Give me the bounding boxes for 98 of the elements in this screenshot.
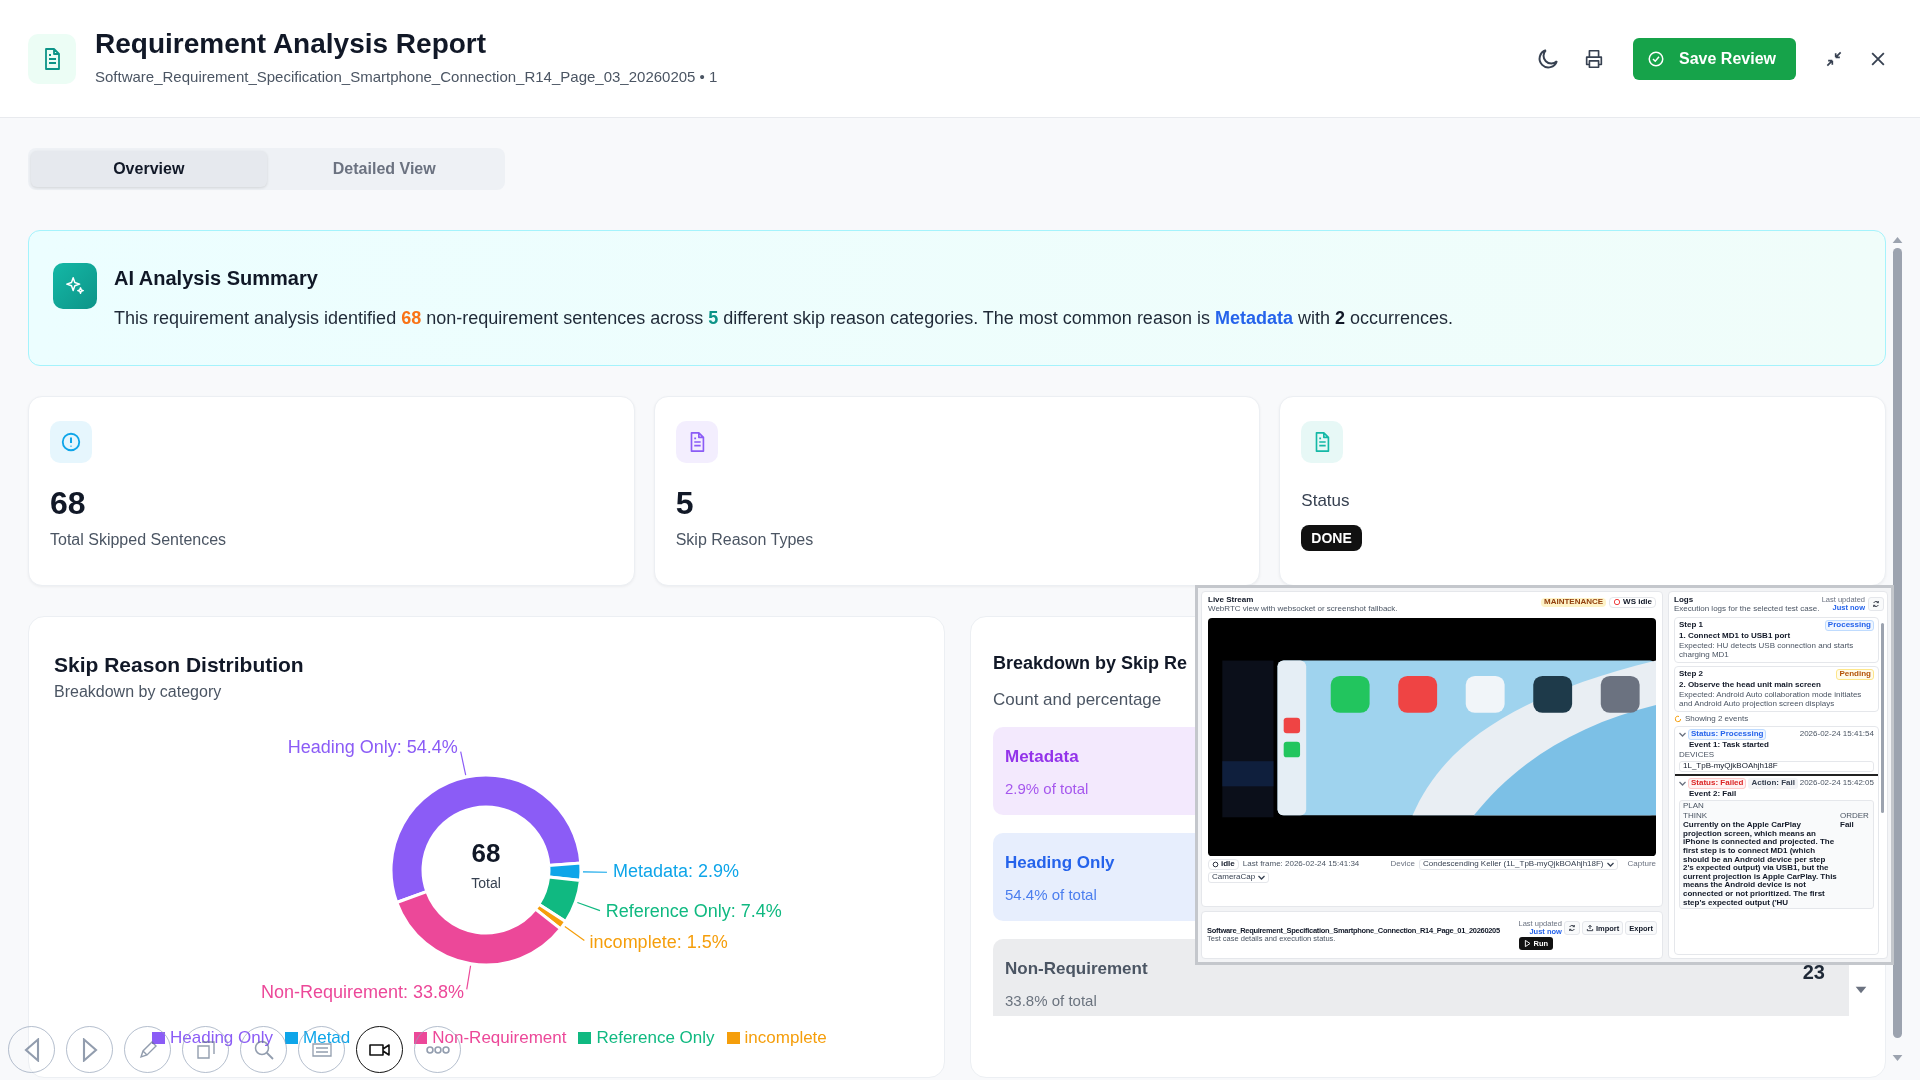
step-status-badge: Processing	[1824, 619, 1874, 631]
think-label: THINK	[1683, 812, 1708, 822]
total-label: Total	[471, 875, 501, 891]
device-select[interactable]: Condescending Keller (1L_TpB-myQjkBOAhjh18F)	[1419, 858, 1618, 870]
reason-count: 23	[1802, 961, 1825, 985]
alert-icon	[60, 431, 82, 453]
card-subtitle: Breakdown by category	[54, 683, 222, 701]
event-status-badge: Status: Failed	[1688, 778, 1747, 790]
report-title: Requirement Analysis Report	[95, 28, 488, 60]
reason-name: Non-Requirement	[1005, 959, 1148, 979]
scroll-down-icon[interactable]	[1891, 1054, 1903, 1062]
event-status-badge: Status: Processing	[1688, 729, 1767, 741]
event-time: 2026-02-24 15:41:54	[1799, 730, 1874, 740]
refresh-icon	[1872, 600, 1880, 609]
sparkle-icon	[64, 275, 86, 297]
slice-label: Heading Only: 54.4%	[287, 736, 458, 757]
leader-line	[460, 751, 467, 776]
think-text: Currently on the Apple CarPlay projection screen, which means an iPhone is connected and projected. The first step is to connect MD1 (which should be an Android device per step 2's expected output) via USB1, but the current projection is Apple CarPlay. This means the Android device is not connected or not prioritized. The first step's expected output ('HU	[1683, 821, 1837, 908]
leader-line	[576, 901, 601, 912]
refresh-button[interactable]	[1563, 921, 1580, 935]
devices-label: DEVICES	[1679, 751, 1716, 761]
reason-share: 54.4% of total	[1005, 886, 1098, 903]
more-icon	[425, 1045, 450, 1054]
report-subtitle: Software_Requirement_Specification_Smartphone_Connection_R14_Page_03_20260205 • 1	[95, 68, 718, 85]
order-label: ORDER	[1840, 812, 1870, 822]
summary-title: AI Analysis Summary	[114, 267, 319, 290]
step-label: Step 1	[1679, 620, 1703, 630]
upload-icon	[1585, 924, 1594, 932]
leader-line	[582, 871, 608, 873]
card-title: Skip Reason Distribution	[54, 653, 304, 677]
step-status-badge: Pending	[1836, 668, 1874, 680]
status-badge: DONE	[1301, 525, 1362, 551]
stat-label: Total Skipped Sentences	[50, 531, 228, 549]
chevron-down-icon[interactable]	[1679, 731, 1686, 739]
last-frame-text: Last frame: 2026-02-24 15:41:34	[1242, 859, 1360, 869]
ring-icon	[1613, 598, 1622, 607]
event-title: Event 2: Fail	[1689, 790, 1738, 800]
refresh-icon	[1567, 924, 1576, 932]
chevron-down-icon	[1258, 873, 1266, 881]
event-title: Event 1: Task started	[1689, 741, 1770, 751]
leader-line	[564, 925, 585, 942]
card-subtitle: Count and percentage	[993, 690, 1162, 710]
step-expected: Expected: HU detects USB connection and starts charging MD1	[1679, 641, 1855, 660]
legend-label: Reference Only	[596, 1028, 715, 1048]
reason-share: 2.9% of total	[1005, 780, 1089, 797]
summary-sentence: This requirement analysis identified 68 non-requirement sentences across 5 different skip reason categories. The most common reason is Metadata with 2 occurrences.	[114, 308, 1454, 329]
panel-title: Logs	[1674, 596, 1695, 605]
plan-label: PLAN	[1683, 802, 1705, 812]
leader-line	[466, 965, 472, 991]
state-label: idle	[1221, 859, 1235, 869]
legend-label: Non-Requirement	[432, 1028, 567, 1048]
panel-subtitle: Execution logs for the selected test case.	[1674, 604, 1820, 614]
reason-name: Heading Only	[1005, 853, 1115, 873]
stat-label: Status	[1301, 491, 1351, 511]
legend-label: Heading Only	[170, 1028, 273, 1048]
field-label: Capture	[1627, 859, 1656, 869]
stat-value: 5	[675, 485, 695, 522]
tab[interactable]: Overview	[31, 151, 267, 187]
refresh-button[interactable]	[1868, 597, 1884, 612]
ring-icon	[1212, 860, 1219, 868]
step-label: Step 2	[1679, 669, 1703, 679]
total-value: 68	[471, 838, 501, 868]
chevron-down-icon	[1606, 860, 1614, 868]
event-time: 2026-02-24 15:42:05	[1799, 779, 1874, 789]
slice-label: Reference Only: 7.4%	[605, 900, 782, 921]
check-circle-icon	[1647, 49, 1666, 68]
scrollbar-thumb[interactable]	[1881, 622, 1884, 813]
step-title: 2. Observe the head unit main screen	[1679, 680, 1822, 690]
stat-label: Skip Reason Types	[675, 531, 815, 549]
tab[interactable]: Detailed View	[266, 151, 502, 187]
play-icon	[1523, 940, 1531, 948]
field-label: Device	[1390, 859, 1415, 869]
connection-status: WS idle	[1623, 598, 1652, 607]
slice-label: Metadata: 2.9%	[613, 861, 740, 882]
slice-label: Non-Requirement: 33.8%	[261, 982, 465, 1003]
order-text: Fail	[1840, 821, 1855, 830]
panel-subtitle: WebRTC view with websocket or screenshot fallback.	[1208, 604, 1398, 614]
step-title: 1. Connect MD1 to USB1 port	[1679, 631, 1792, 641]
moon-icon[interactable]	[1537, 47, 1560, 70]
device-id-field: 1L_TpB-myQjkBOAhjh18F	[1679, 761, 1874, 773]
event-action-badge: Action: Fail	[1748, 778, 1798, 790]
stat-value: 68	[50, 485, 87, 522]
slice-label: incomplete: 1.5%	[589, 931, 728, 952]
events-note: Showing 2 events	[1685, 714, 1749, 724]
reason-share: 33.8% of total	[1005, 992, 1098, 1009]
scroll-down-icon[interactable]	[1855, 986, 1867, 994]
panel-title: Live Stream	[1208, 596, 1255, 605]
scrollbar-thumb[interactable]	[1892, 248, 1902, 1038]
mode-badge: MAINTENANCE	[1541, 598, 1607, 607]
step-expected: Expected: Android Auto collaboration mode initiates and Android Auto projection screen displays	[1679, 690, 1863, 709]
chevron-down-icon[interactable]	[1679, 780, 1686, 788]
capture-select[interactable]: CameraCap	[1208, 871, 1270, 883]
scroll-up-icon[interactable]	[1891, 236, 1903, 244]
legend-label: incomplete	[744, 1028, 827, 1048]
reason-name: Metadata	[1005, 747, 1080, 767]
spinner-icon	[1674, 715, 1682, 723]
legend-label: Metad	[303, 1028, 351, 1048]
card-title: Breakdown by Skip Re	[993, 653, 1188, 674]
